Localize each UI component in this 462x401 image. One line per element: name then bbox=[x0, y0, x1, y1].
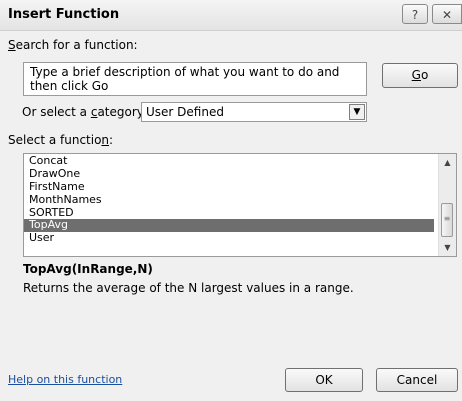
function-list: Concat DrawOne FirstName MonthNames SORT… bbox=[24, 154, 434, 245]
category-label-post: ategory: bbox=[97, 105, 148, 119]
ok-button[interactable]: OK bbox=[285, 368, 363, 392]
help-link[interactable]: Help on this function bbox=[8, 373, 122, 386]
dialog-title: Insert Function bbox=[8, 7, 120, 22]
function-label-post: : bbox=[109, 133, 114, 147]
help-button[interactable]: ? bbox=[402, 4, 428, 24]
function-label-accesskey: n bbox=[101, 133, 110, 147]
function-listbox[interactable]: Concat DrawOne FirstName MonthNames SORT… bbox=[23, 153, 457, 257]
go-accesskey: G bbox=[411, 68, 421, 82]
list-item[interactable]: MonthNames bbox=[24, 193, 434, 207]
vertical-scrollbar[interactable]: ▲ ≡ ▼ bbox=[438, 154, 456, 256]
list-item[interactable]: FirstName bbox=[24, 180, 434, 194]
cancel-button[interactable]: Cancel bbox=[376, 368, 458, 392]
list-item[interactable]: Concat bbox=[24, 154, 434, 168]
search-label-accesskey: S bbox=[8, 38, 16, 52]
category-value: User Defined bbox=[146, 105, 224, 119]
close-icon: ✕ bbox=[441, 8, 453, 22]
list-item[interactable]: DrawOne bbox=[24, 167, 434, 181]
chevron-down-icon[interactable]: ▼ bbox=[349, 104, 365, 120]
go-button[interactable]: Go bbox=[382, 63, 458, 88]
scroll-down-icon[interactable]: ▼ bbox=[439, 243, 456, 252]
title-bar: Insert Function ? ✕ bbox=[0, 0, 462, 31]
close-button[interactable]: ✕ bbox=[432, 4, 462, 24]
category-label-pre: Or select a bbox=[22, 105, 91, 119]
go-label: o bbox=[420, 68, 429, 82]
category-label: Or select a category: bbox=[22, 105, 147, 119]
help-icon: ? bbox=[411, 8, 419, 22]
list-item-selected[interactable]: TopAvg bbox=[24, 219, 434, 233]
list-item[interactable]: SORTED bbox=[24, 206, 434, 220]
function-list-label: Select a function: bbox=[8, 133, 113, 147]
search-label-text: earch for a function: bbox=[15, 38, 138, 52]
scroll-thumb[interactable]: ≡ bbox=[441, 203, 453, 237]
list-item[interactable]: User bbox=[24, 231, 434, 245]
search-input[interactable]: Type a brief description of what you wan… bbox=[23, 62, 367, 96]
scroll-up-icon[interactable]: ▲ bbox=[439, 158, 456, 167]
function-label-pre: Select a functio bbox=[8, 133, 102, 147]
function-signature: TopAvg(InRange,N) bbox=[23, 262, 153, 276]
category-select[interactable]: User Defined ▼ bbox=[141, 102, 367, 122]
search-label: Search for a function: bbox=[8, 38, 138, 52]
function-description: Returns the average of the N largest val… bbox=[23, 281, 354, 295]
